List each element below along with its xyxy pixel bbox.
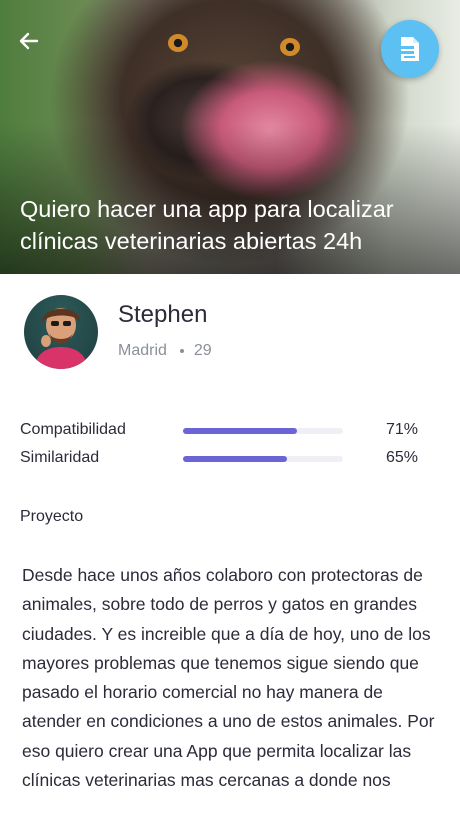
arrow-left-icon xyxy=(19,32,39,50)
stat-label: Similaridad xyxy=(20,449,100,466)
user-profile: Stephen Madrid 29 xyxy=(0,274,460,384)
stat-row-compatibility: Compatibilidad 71% xyxy=(20,421,420,441)
stat-value: 71% xyxy=(385,421,418,438)
progress-fill xyxy=(183,456,287,462)
dog-eye-left xyxy=(168,34,188,52)
back-button[interactable] xyxy=(14,26,44,56)
stat-label: Compatibilidad xyxy=(20,421,126,438)
stat-row-similarity: Similaridad 65% xyxy=(20,449,420,469)
progress-track xyxy=(183,456,343,462)
progress-fill xyxy=(183,428,297,434)
section-title-project: Proyecto xyxy=(20,508,84,525)
progress-track xyxy=(183,428,343,434)
project-description: Desde hace unos años colaboro con protec… xyxy=(22,565,435,791)
document-action-button[interactable] xyxy=(381,20,439,78)
user-city: Madrid xyxy=(118,342,167,359)
stats-section: Compatibilidad 71% Similaridad 65% xyxy=(0,384,460,494)
user-name: Stephen xyxy=(118,301,208,328)
avatar-portrait xyxy=(34,308,88,369)
user-meta: Madrid 29 xyxy=(118,342,212,360)
stat-value: 65% xyxy=(385,449,418,466)
separator-dot xyxy=(179,349,184,353)
avatar[interactable] xyxy=(24,295,98,369)
hero-image: Quiero hacer una app para localizar clín… xyxy=(0,0,460,274)
user-age: 29 xyxy=(193,342,212,359)
document-icon xyxy=(398,37,419,61)
dog-eye-right xyxy=(280,38,300,56)
project-title: Quiero hacer una app para localizar clín… xyxy=(20,196,394,254)
